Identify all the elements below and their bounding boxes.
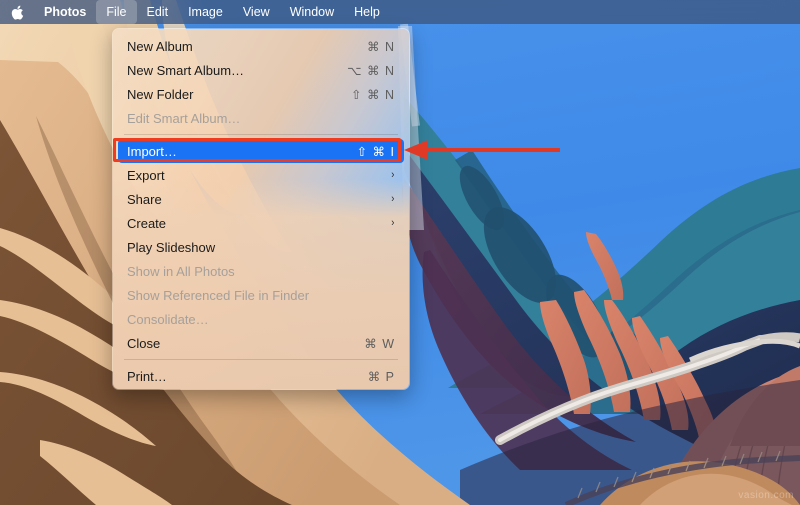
menu-item-label: Play Slideshow [127,239,216,255]
menu-item-shortcut: ⇧ ⌘ N [351,87,395,102]
menu-item-label: Show Referenced File in Finder [127,287,310,303]
menu-item-edit-smart-album: Edit Smart Album… [118,106,404,130]
menu-item-import[interactable]: Import… ⇧ ⌘ I [118,139,404,163]
menu-item-label: New Folder [127,86,194,102]
menu-item-shortcut: ⌥ ⌘ N [347,63,395,78]
submenu-chevron-right-icon: › [391,169,395,181]
menu-item-print[interactable]: Print… ⌘ P [118,364,404,388]
menu-item-show-in-all-photos: Show in All Photos [118,259,404,283]
menu-item-label: Export [127,167,165,183]
menu-item-label: New Smart Album… [127,62,245,78]
menubar-item-image[interactable]: Image [178,0,233,24]
menu-item-close[interactable]: Close ⌘ W [118,331,404,355]
menubar-item-window[interactable]: Window [280,0,344,24]
menu-bar: Photos File Edit Image View Window Help [0,0,800,24]
menu-item-play-slideshow[interactable]: Play Slideshow [118,235,404,259]
menu-item-shortcut: ⇧ ⌘ I [356,144,395,159]
menubar-item-help[interactable]: Help [344,0,390,24]
menu-item-shortcut: ⌘ W [364,336,395,351]
menu-item-share[interactable]: Share › [118,187,404,211]
menu-item-label: Print… [127,368,167,384]
red-left-arrow-icon [404,140,560,160]
menu-item-shortcut: ⌘ N [367,39,395,54]
menubar-item-edit[interactable]: Edit [137,0,179,24]
menu-item-new-folder[interactable]: New Folder ⇧ ⌘ N [118,82,404,106]
apple-logo-icon[interactable] [0,0,34,24]
menubar-item-photos[interactable]: Photos [34,0,96,24]
menu-bar-items: Photos File Edit Image View Window Help [34,0,390,24]
menu-item-new-album[interactable]: New Album ⌘ N [118,34,404,58]
menu-item-label: Close [127,335,161,351]
menu-separator [124,359,398,360]
menu-item-show-referenced-file-in-finder: Show Referenced File in Finder [118,283,404,307]
submenu-chevron-right-icon: › [391,217,395,229]
menu-item-new-smart-album[interactable]: New Smart Album… ⌥ ⌘ N [118,58,404,82]
menu-item-label: Show in All Photos [127,263,235,279]
menubar-item-view[interactable]: View [233,0,280,24]
menu-item-shortcut: ⌘ P [367,369,395,384]
menu-item-label: Edit Smart Album… [127,110,241,126]
desktop-screen: vasion.com Photos File Edit Image View Window… [0,0,800,505]
menu-item-label: Create [127,215,167,231]
menu-item-export[interactable]: Export › [118,163,404,187]
menu-item-label: New Album [127,38,193,54]
menubar-item-file[interactable]: File [96,0,137,24]
file-dropdown-menu[interactable]: New Album ⌘ N New Smart Album… ⌥ ⌘ N New Fol… [112,28,410,390]
menu-item-create[interactable]: Create › [118,211,404,235]
watermark: vasion.com [738,490,794,501]
file-menu-items: New Album ⌘ N New Smart Album… ⌥ ⌘ N New Fol… [113,29,409,389]
menu-item-consolidate: Consolidate… [118,307,404,331]
menu-item-label: Share [127,191,162,207]
menu-item-label: Consolidate… [127,311,209,327]
menu-item-label: Import… [127,143,177,159]
submenu-chevron-right-icon: › [391,193,395,205]
menu-separator [124,134,398,135]
